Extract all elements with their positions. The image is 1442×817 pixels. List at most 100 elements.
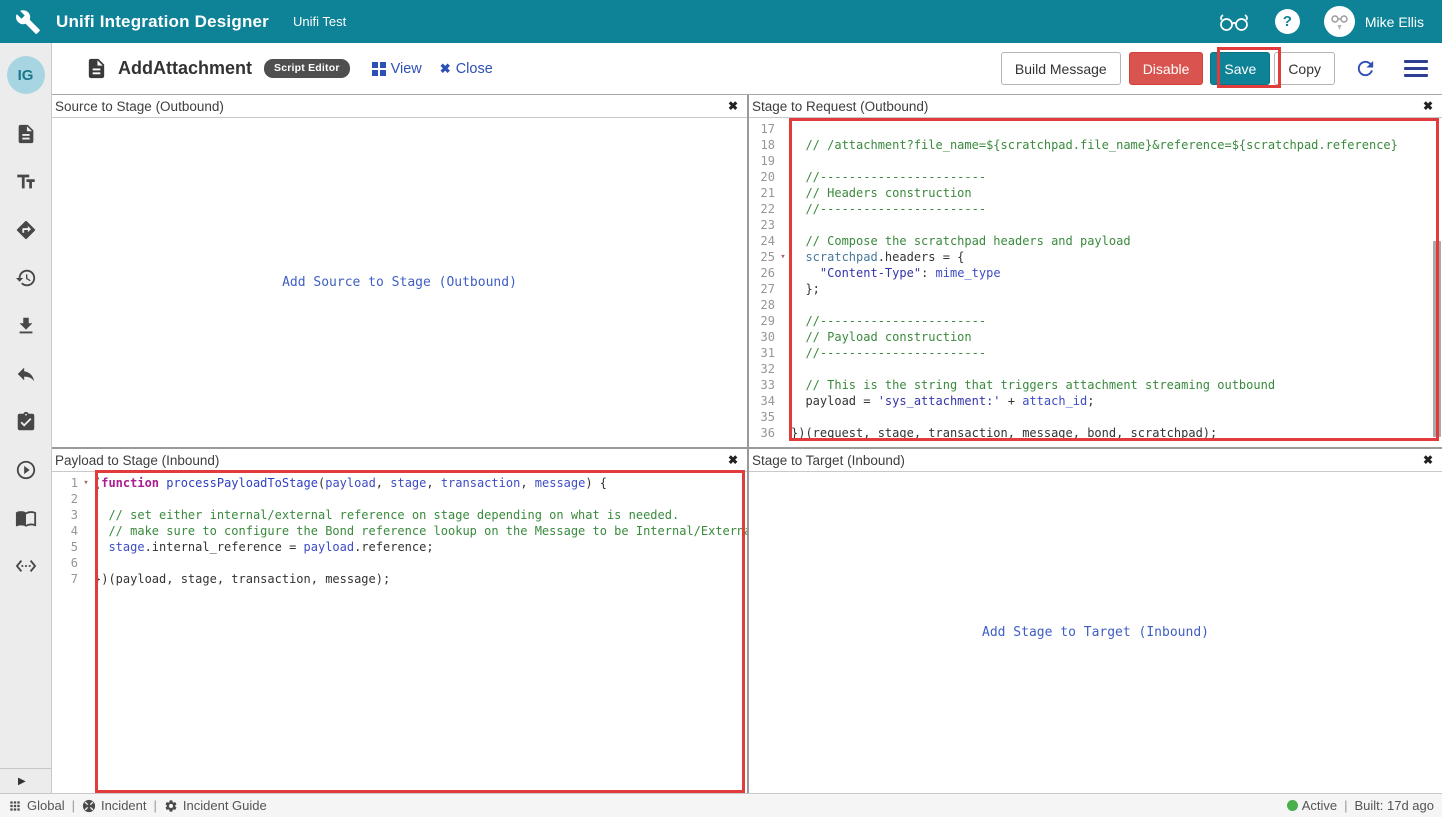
code-line[interactable]: 26 "Content-Type": mime_type [749, 265, 1442, 281]
sidebar-item-download[interactable] [15, 315, 37, 337]
code-line[interactable]: 20 //----------------------- [749, 169, 1442, 185]
code-line[interactable]: 6 [52, 555, 747, 571]
sidebar-item-run[interactable] [15, 459, 37, 481]
editor-scrollbar[interactable] [1433, 241, 1441, 437]
code-text: // Payload construction [791, 329, 972, 345]
code-line[interactable]: 29 //----------------------- [749, 313, 1442, 329]
close-button[interactable]: ✖ Close [440, 61, 493, 77]
sidebar-item-tasks[interactable] [15, 411, 37, 433]
add-source-to-stage-link[interactable]: Add Source to Stage (Outbound) [52, 118, 747, 447]
fold-marker-icon [775, 233, 791, 249]
line-number: 30 [749, 329, 775, 345]
topbar-actions: ? Mike Ellis [1217, 6, 1424, 37]
panel-payload-to-stage: Payload to Stage (Inbound) ✖ 1▾(function… [52, 449, 747, 793]
code-text: }; [791, 281, 820, 297]
user-menu[interactable]: Mike Ellis [1324, 6, 1424, 37]
code-text: // make sure to configure the Bond refer… [94, 523, 747, 539]
directions-icon [15, 219, 37, 241]
code-line[interactable]: 31 //----------------------- [749, 345, 1442, 361]
code-text: // /attachment?file_name=${scratchpad.fi… [791, 137, 1398, 153]
history-icon [15, 267, 37, 289]
fold-marker-icon[interactable]: ▾ [775, 249, 791, 265]
code-line[interactable]: 32 [749, 361, 1442, 377]
code-line[interactable]: 19 [749, 153, 1442, 169]
code-line[interactable]: 17 [749, 121, 1442, 137]
fold-marker-icon [775, 409, 791, 425]
stage-to-request-editor[interactable]: 1718 // /attachment?file_name=${scratchp… [749, 118, 1442, 441]
view-button[interactable]: View [372, 61, 422, 77]
panel-title: Payload to Stage (Inbound) [55, 453, 219, 468]
sidebar-item-history[interactable] [15, 267, 37, 289]
panel-close-icon[interactable]: ✖ [1423, 454, 1433, 466]
line-number: 31 [749, 345, 775, 361]
script-panels-grid: Source to Stage (Outbound) ✖ Add Source … [52, 95, 1442, 793]
panel-close-icon[interactable]: ✖ [728, 454, 738, 466]
panel-close-icon[interactable]: ✖ [728, 100, 738, 112]
integration-avatar[interactable]: IG [7, 56, 45, 94]
code-line[interactable]: 22 //----------------------- [749, 201, 1442, 217]
build-message-button[interactable]: Build Message [1001, 52, 1121, 85]
panel-body: 1▾(function processPayloadToStage(payloa… [52, 472, 747, 793]
code-line[interactable]: 28 [749, 297, 1442, 313]
code-line[interactable]: 3 // set either internal/external refere… [52, 507, 747, 523]
line-number: 24 [749, 233, 775, 249]
disable-button[interactable]: Disable [1129, 52, 1204, 85]
fold-marker-icon [775, 153, 791, 169]
sidebar-item-docs[interactable] [15, 507, 37, 529]
panel-body: Add Stage to Target (Inbound) [749, 472, 1442, 793]
line-number: 23 [749, 217, 775, 233]
fold-marker-icon [775, 329, 791, 345]
code-text: // Headers construction [791, 185, 972, 201]
sidebar-item-reply[interactable] [15, 363, 37, 385]
code-line[interactable]: 27 }; [749, 281, 1442, 297]
expand-arrow-icon: ▶ [18, 776, 26, 787]
code-line[interactable]: 18 // /attachment?file_name=${scratchpad… [749, 137, 1442, 153]
code-line[interactable]: 21 // Headers construction [749, 185, 1442, 201]
line-number: 26 [749, 265, 775, 281]
copy-button[interactable]: Copy [1274, 52, 1335, 85]
fold-marker-icon [78, 491, 94, 507]
code-line[interactable]: 23 [749, 217, 1442, 233]
code-line[interactable]: 34 payload = 'sys_attachment:' + attach_… [749, 393, 1442, 409]
sidebar-item-document[interactable] [15, 123, 37, 145]
spectacles-icon[interactable] [1217, 9, 1251, 35]
fold-marker-icon [78, 555, 94, 571]
fold-marker-icon [775, 121, 791, 137]
code-line[interactable]: 35 [749, 409, 1442, 425]
sidebar-item-fields[interactable] [15, 171, 37, 193]
grid-view-icon [372, 62, 386, 76]
code-line[interactable]: 1▾(function processPayloadToStage(payloa… [52, 475, 747, 491]
line-number: 7 [52, 571, 78, 587]
code-line[interactable]: 7})(payload, stage, transaction, message… [52, 571, 747, 587]
refresh-icon[interactable] [1354, 57, 1377, 80]
code-line[interactable]: 25▾ scratchpad.headers = { [749, 249, 1442, 265]
line-number: 34 [749, 393, 775, 409]
panel-title: Source to Stage (Outbound) [55, 99, 224, 114]
play-circle-icon [15, 459, 37, 481]
sidebar-expand-button[interactable]: ▶ [0, 768, 51, 793]
code-line[interactable]: 24 // Compose the scratchpad headers and… [749, 233, 1442, 249]
code-line[interactable]: 33 // This is the string that triggers a… [749, 377, 1442, 393]
panel-stage-to-request: Stage to Request (Outbound) ✖ 1718 // /a… [749, 95, 1442, 447]
sidebar-item-directions[interactable] [15, 219, 37, 241]
payload-to-stage-editor[interactable]: 1▾(function processPayloadToStage(payloa… [52, 472, 747, 587]
fold-marker-icon[interactable]: ▾ [78, 475, 94, 491]
help-icon[interactable]: ? [1275, 9, 1300, 34]
code-line[interactable]: 36})(request, stage, transaction, messag… [749, 425, 1442, 441]
fold-marker-icon [775, 393, 791, 409]
panel-body: Add Source to Stage (Outbound) [52, 118, 747, 447]
save-button[interactable]: Save [1210, 52, 1270, 85]
status-global-link[interactable]: Global [8, 798, 65, 813]
code-line[interactable]: 5 stage.internal_reference = payload.ref… [52, 539, 747, 555]
panel-close-icon[interactable]: ✖ [1423, 100, 1433, 112]
status-incident-guide-link[interactable]: Incident Guide [164, 798, 267, 813]
code-line[interactable]: 2 [52, 491, 747, 507]
incident-app-icon [82, 799, 96, 813]
status-incident-link[interactable]: Incident [82, 798, 147, 813]
sidebar-item-code[interactable] [15, 555, 37, 577]
code-line[interactable]: 30 // Payload construction [749, 329, 1442, 345]
add-stage-to-target-link[interactable]: Add Stage to Target (Inbound) [749, 472, 1442, 793]
hamburger-menu-icon[interactable] [1404, 60, 1428, 78]
left-sidebar: IG ▶ [0, 43, 52, 793]
code-line[interactable]: 4 // make sure to configure the Bond ref… [52, 523, 747, 539]
